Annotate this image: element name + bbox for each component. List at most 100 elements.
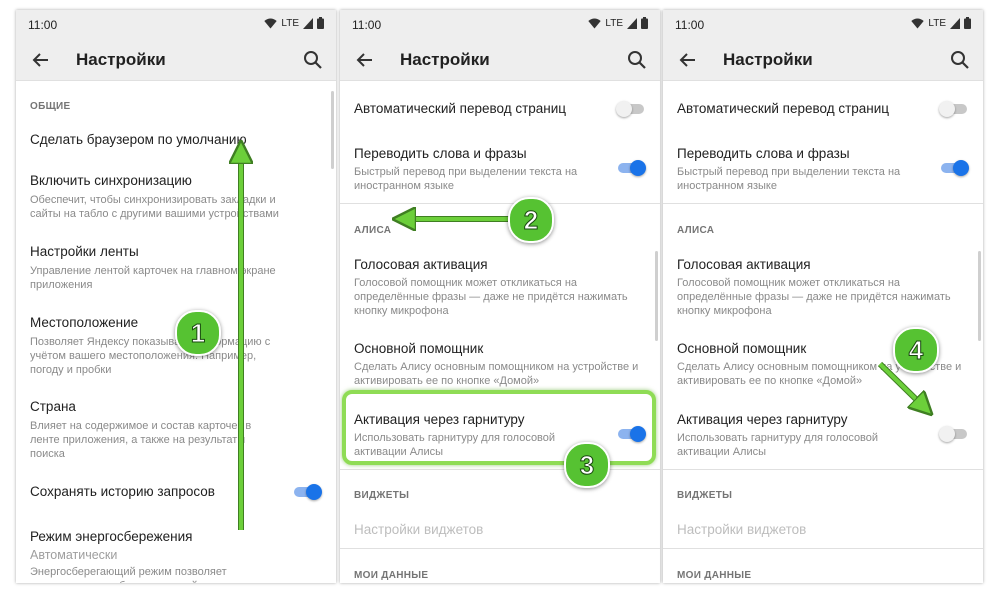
search-icon[interactable] bbox=[949, 49, 971, 71]
status-time: 11:00 bbox=[28, 18, 58, 32]
battery-icon bbox=[964, 17, 971, 29]
app-bar: Настройки bbox=[16, 40, 336, 81]
translate-words-item[interactable]: Переводить слова и фразы Быстрый перевод… bbox=[677, 146, 969, 193]
toggle-knob bbox=[953, 160, 969, 176]
auto-translate-item[interactable]: Автоматический перевод страниц bbox=[354, 101, 646, 116]
settings-list: Автоматический перевод страниц Переводит… bbox=[663, 81, 983, 583]
save-history-item[interactable]: Сохранять историю запросов bbox=[30, 484, 322, 499]
status-icons: LTE bbox=[911, 17, 971, 29]
scrollbar[interactable] bbox=[978, 251, 981, 341]
step-badge-2: 2 bbox=[508, 197, 554, 243]
wifi-icon bbox=[264, 18, 278, 28]
widget-settings-item[interactable]: Настройки виджетов bbox=[354, 522, 646, 537]
step-badge-4: 4 bbox=[893, 327, 939, 373]
step-badge-1: 1 bbox=[175, 310, 221, 356]
item-title: Голосовая активация bbox=[677, 257, 811, 272]
translate-words-toggle[interactable] bbox=[616, 160, 646, 176]
phone-screen-1: 11:00 LTE Настройки ОБЩИЕ Сделать браузе… bbox=[16, 10, 336, 583]
feed-settings-item[interactable]: Настройки ленты Управление лентой карточ… bbox=[30, 244, 322, 292]
highlight-frame bbox=[342, 390, 656, 465]
signal-icon bbox=[303, 17, 313, 29]
auto-translate-item[interactable]: Автоматический перевод страниц bbox=[677, 101, 969, 116]
item-subtitle: Голосовой помощник может откликаться на … bbox=[677, 277, 951, 317]
phone-screen-2: 11:00 LTE Настройки Автоматический перев… bbox=[340, 10, 660, 583]
power-saving-item[interactable]: Режим энергосбережения Автоматически Эне… bbox=[30, 529, 322, 583]
item-title: Переводить слова и фразы bbox=[677, 146, 850, 161]
signal-icon bbox=[627, 17, 637, 29]
divider bbox=[340, 469, 660, 470]
wifi-icon bbox=[911, 18, 925, 28]
status-time: 11:00 bbox=[675, 18, 705, 32]
item-title: Настройки ленты bbox=[30, 244, 139, 259]
save-history-toggle[interactable] bbox=[292, 484, 322, 500]
network-label: LTE bbox=[605, 17, 623, 29]
auto-translate-toggle[interactable] bbox=[939, 101, 969, 117]
status-time: 11:00 bbox=[352, 18, 382, 32]
item-title: Сделать браузером по умолчанию bbox=[30, 132, 247, 147]
translate-words-item[interactable]: Переводить слова и фразы Быстрый перевод… bbox=[354, 146, 646, 193]
item-value: Автоматически bbox=[30, 548, 118, 562]
item-title: Страна bbox=[30, 399, 76, 414]
battery-icon bbox=[317, 17, 324, 29]
voice-activation-item[interactable]: Голосовая активация Голосовой помощник м… bbox=[677, 257, 969, 318]
divider bbox=[663, 203, 983, 204]
search-icon[interactable] bbox=[302, 49, 324, 71]
signal-icon bbox=[950, 17, 960, 29]
back-arrow-icon[interactable] bbox=[354, 49, 376, 71]
page-title: Настройки bbox=[76, 50, 166, 69]
wifi-icon bbox=[588, 18, 602, 28]
item-subtitle: Обеспечит, чтобы синхронизировать заклад… bbox=[30, 194, 279, 220]
settings-list: Автоматический перевод страниц Переводит… bbox=[340, 81, 660, 583]
item-title: Автоматический перевод страниц bbox=[677, 101, 890, 116]
status-icons: LTE bbox=[264, 17, 324, 29]
phone-screen-3: 11:00 LTE Настройки Автоматический перев… bbox=[663, 10, 983, 583]
step-badge-3: 3 bbox=[564, 442, 610, 488]
country-item[interactable]: Страна Влияет на содержимое и состав кар… bbox=[30, 399, 322, 461]
item-subtitle: Использовать гарнитуру для голосовой акт… bbox=[677, 432, 879, 458]
search-icon[interactable] bbox=[626, 49, 648, 71]
network-label: LTE bbox=[928, 17, 946, 29]
toggle-knob bbox=[616, 101, 632, 117]
translate-words-toggle[interactable] bbox=[939, 160, 969, 176]
divider bbox=[663, 548, 983, 549]
main-assistant-item[interactable]: Основной помощник Сделать Алису основным… bbox=[354, 341, 646, 388]
scrollbar[interactable] bbox=[655, 251, 658, 341]
section-alice: АЛИСА bbox=[677, 225, 715, 236]
section-my-data: МОИ ДАННЫЕ bbox=[354, 570, 429, 581]
divider bbox=[340, 203, 660, 204]
item-title: Режим энергосбережения bbox=[30, 529, 193, 544]
item-title: Голосовая активация bbox=[354, 257, 488, 272]
section-widgets: ВИДЖЕТЫ bbox=[354, 490, 410, 501]
back-arrow-icon[interactable] bbox=[677, 49, 699, 71]
item-subtitle: Сделать Алису основным помощником на уст… bbox=[354, 361, 639, 387]
item-subtitle: Быстрый перевод при выделении текста на … bbox=[677, 166, 901, 192]
section-alice: АЛИСА bbox=[354, 225, 392, 236]
section-widgets: ВИДЖЕТЫ bbox=[677, 490, 733, 501]
page-title: Настройки bbox=[400, 50, 490, 69]
item-title: Включить синхронизацию bbox=[30, 173, 192, 188]
app-bar: Настройки bbox=[340, 40, 660, 81]
widget-settings-item[interactable]: Настройки виджетов bbox=[677, 522, 969, 537]
battery-icon bbox=[641, 17, 648, 29]
item-title: Активация через гарнитуру bbox=[677, 412, 848, 427]
auto-translate-toggle[interactable] bbox=[616, 101, 646, 117]
headset-activation-toggle[interactable] bbox=[939, 426, 969, 442]
headset-activation-item[interactable]: Активация через гарнитуру Использовать г… bbox=[677, 412, 969, 459]
scrollbar[interactable] bbox=[331, 91, 334, 169]
page-title: Настройки bbox=[723, 50, 813, 69]
status-bar: 11:00 LTE bbox=[16, 10, 336, 40]
toggle-knob bbox=[939, 101, 955, 117]
status-bar: 11:00 LTE bbox=[663, 10, 983, 40]
item-title: Основной помощник bbox=[354, 341, 484, 356]
default-browser-item[interactable]: Сделать браузером по умолчанию bbox=[30, 132, 322, 147]
divider bbox=[340, 548, 660, 549]
divider bbox=[663, 469, 983, 470]
sync-item[interactable]: Включить синхронизацию Обеспечит, чтобы … bbox=[30, 173, 322, 221]
item-title: Переводить слова и фразы bbox=[354, 146, 527, 161]
toggle-knob bbox=[630, 160, 646, 176]
status-icons: LTE bbox=[588, 17, 648, 29]
back-arrow-icon[interactable] bbox=[30, 49, 52, 71]
voice-activation-item[interactable]: Голосовая активация Голосовой помощник м… bbox=[354, 257, 646, 318]
item-subtitle: Голосовой помощник может откликаться на … bbox=[354, 277, 628, 317]
item-subtitle: Быстрый перевод при выделении текста на … bbox=[354, 166, 578, 192]
